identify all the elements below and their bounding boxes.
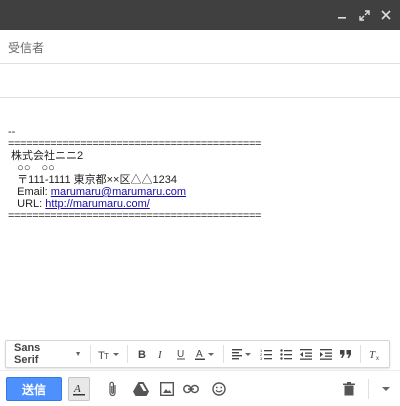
signature-company: 株式会社ニニ2 <box>8 150 84 162</box>
send-button[interactable]: 送信 <box>6 377 62 401</box>
signature-url-link[interactable]: http://marumaru.com/ <box>45 198 150 210</box>
close-icon[interactable] <box>378 7 394 23</box>
font-family-label: Sans Serif <box>14 342 41 366</box>
compose-action-bar: 送信 A <box>0 370 400 406</box>
signature-name: ○○ ○○ <box>8 162 55 174</box>
indent-more-icon[interactable] <box>316 343 336 365</box>
quote-icon[interactable] <box>336 343 356 365</box>
remove-formatting-icon[interactable]: Tx <box>365 343 385 365</box>
chevron-down-icon: ▼ <box>74 350 82 358</box>
compose-title-bar <box>0 0 400 30</box>
bold-icon[interactable]: B <box>132 343 152 365</box>
recipients-field[interactable]: 受信者 <box>0 30 400 64</box>
signature-url-line: URL: http://marumaru.com/ <box>8 198 394 210</box>
recipients-label: 受信者 <box>8 41 45 55</box>
italic-icon[interactable]: I <box>151 343 171 365</box>
svg-text:I: I <box>157 349 163 360</box>
attach-file-icon[interactable] <box>104 380 122 398</box>
svg-text:T: T <box>104 352 109 360</box>
font-family-select[interactable]: Sans Serif ▼ <box>10 342 86 366</box>
signature-address: 〒111-1111 東京都××区△△1234 <box>8 174 177 186</box>
insert-emoji-icon[interactable] <box>210 380 228 398</box>
signature-email-line: Email: marumaru@marumaru.com <box>8 186 394 198</box>
signature-email-link[interactable]: marumaru@marumaru.com <box>51 186 186 198</box>
signature-url-label: URL: <box>8 198 46 210</box>
svg-text:x: x <box>376 356 379 360</box>
formatting-options-icon[interactable]: A <box>68 377 90 401</box>
signature-separator-bottom: ========================================… <box>8 210 262 222</box>
underline-icon[interactable]: U <box>171 343 191 365</box>
toolbar-divider <box>126 345 128 363</box>
insert-photo-icon[interactable] <box>158 380 176 398</box>
indent-less-icon[interactable] <box>296 343 316 365</box>
signature-separator-top: ========================================… <box>8 138 262 150</box>
svg-text:A: A <box>73 383 81 395</box>
toolbar-divider <box>368 379 369 399</box>
svg-text:T: T <box>369 349 376 360</box>
window-controls <box>334 0 394 30</box>
google-drive-icon[interactable] <box>132 380 150 398</box>
popout-icon[interactable] <box>356 7 372 23</box>
signature-email-label: Email: <box>8 186 51 198</box>
subject-field[interactable] <box>0 64 400 98</box>
svg-text:3: 3 <box>260 356 263 360</box>
toolbar-divider <box>360 345 362 363</box>
signature-dash: -- <box>8 126 16 138</box>
numbered-list-icon[interactable]: 123 <box>256 343 276 365</box>
text-size-icon[interactable]: TT <box>95 343 123 365</box>
bulleted-list-icon[interactable] <box>276 343 296 365</box>
text-color-icon[interactable]: A <box>191 343 219 365</box>
toolbar-divider <box>89 345 91 363</box>
svg-text:A: A <box>196 349 203 360</box>
more-options-icon[interactable] <box>377 380 395 398</box>
formatting-toolbar: Sans Serif ▼ TT B I U A 123 Tx <box>5 340 390 368</box>
svg-text:U: U <box>177 349 184 360</box>
minimize-icon[interactable] <box>334 7 350 23</box>
discard-draft-icon[interactable] <box>340 380 358 398</box>
svg-text:B: B <box>138 349 146 360</box>
align-icon[interactable] <box>228 343 256 365</box>
insert-link-icon[interactable] <box>182 380 200 398</box>
toolbar-divider <box>223 345 225 363</box>
message-body[interactable]: -- =====================================… <box>8 126 394 222</box>
